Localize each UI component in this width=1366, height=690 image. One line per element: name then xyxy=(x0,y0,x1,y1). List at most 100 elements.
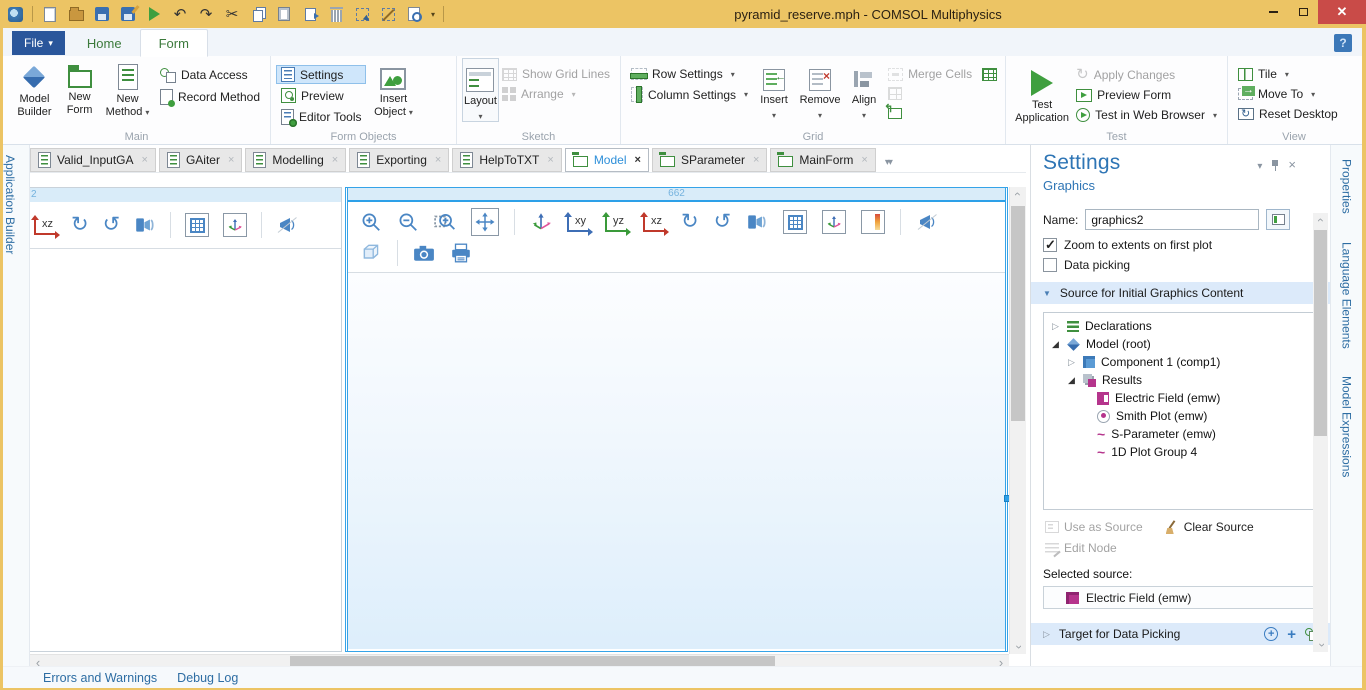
source-section-header[interactable]: Source for Initial Graphics Content xyxy=(1031,282,1330,304)
reset-desktop-button[interactable]: Reset Desktop xyxy=(1234,106,1342,122)
extract-subform-button[interactable] xyxy=(884,105,997,120)
rotate-clockwise-icon[interactable]: ↻ xyxy=(71,214,89,236)
redo-icon[interactable]: ↷ xyxy=(197,5,215,23)
close-tab-icon[interactable] xyxy=(332,154,338,166)
deselect-icon[interactable] xyxy=(379,5,397,23)
form-tab-gaiter[interactable]: GAiter xyxy=(159,148,242,172)
move-to-button[interactable]: Move To xyxy=(1234,86,1342,102)
form-tab-mainform[interactable]: MainForm xyxy=(770,148,875,172)
zoom-extents-checkbox-row[interactable]: Zoom to extents on first plot xyxy=(1043,238,1318,252)
paste-icon[interactable] xyxy=(275,5,293,23)
rotate-counterclockwise-icon[interactable]: ↺ xyxy=(714,211,732,233)
data-access-button[interactable]: Data Access xyxy=(156,66,264,84)
new-method-button[interactable]: New Method xyxy=(99,59,156,118)
side-tab-properties[interactable]: Properties xyxy=(1340,159,1354,214)
close-tab-icon[interactable] xyxy=(228,154,234,166)
show-grid-icon[interactable] xyxy=(185,213,209,237)
add-target-icon[interactable] xyxy=(1287,626,1296,643)
form-tab-model[interactable]: Model xyxy=(565,148,649,172)
editor-tools-button[interactable]: Editor Tools xyxy=(277,108,365,126)
switch-to-form-button[interactable] xyxy=(1266,209,1290,230)
file-menu-button[interactable]: File xyxy=(12,31,65,55)
new-form-button[interactable]: New Form xyxy=(60,59,99,116)
cell-grid-button[interactable] xyxy=(884,86,997,101)
preview-form-button[interactable]: Preview Form xyxy=(1072,87,1221,103)
color-legend-icon[interactable] xyxy=(861,210,885,234)
target-section-header[interactable]: Target for Data Picking xyxy=(1031,623,1330,645)
rotate-counterclockwise-icon[interactable]: ↺ xyxy=(103,214,121,236)
tree-item-smith-plot[interactable]: Smith Plot (emw) xyxy=(1044,407,1317,425)
go-to-xz-view-icon[interactable]: xz xyxy=(34,217,57,235)
errors-and-warnings-link[interactable]: Errors and Warnings xyxy=(43,671,157,685)
column-settings-button[interactable]: Column Settings xyxy=(627,86,752,103)
select-box-icon[interactable] xyxy=(353,5,371,23)
print-icon[interactable] xyxy=(450,242,472,264)
new-file-icon[interactable] xyxy=(41,5,59,23)
selected-source-box[interactable]: Electric Field (emw) xyxy=(1043,586,1318,609)
settings-scroll-thumb[interactable] xyxy=(1314,230,1327,436)
expander-expanded-icon[interactable] xyxy=(1050,339,1061,350)
checkbox-unchecked-icon[interactable] xyxy=(1043,258,1057,272)
go-to-default-3d-view-icon[interactable] xyxy=(530,211,552,233)
graphics-object-selected[interactable]: 662 xy yz xz ↻ ↺ xyxy=(345,187,1008,652)
align-button[interactable]: Align xyxy=(844,59,884,120)
tree-item-results[interactable]: Results xyxy=(1044,371,1317,389)
checkbox-checked-icon[interactable] xyxy=(1043,238,1057,252)
scroll-down-arrow[interactable] xyxy=(1010,640,1026,654)
clear-source-button[interactable]: Clear Source xyxy=(1165,520,1254,534)
settings-scrollbar[interactable] xyxy=(1313,213,1328,652)
close-tab-icon[interactable] xyxy=(142,154,148,166)
graphics-object-left[interactable]: 2 xz ↻ ↺ xyxy=(29,187,342,652)
layout-button[interactable]: Layout xyxy=(463,59,498,121)
debug-log-link[interactable]: Debug Log xyxy=(177,671,238,685)
show-grid-icon[interactable] xyxy=(783,210,807,234)
tree-item-declarations[interactable]: Declarations xyxy=(1044,317,1317,335)
split-cells-icon[interactable] xyxy=(982,68,997,81)
show-axes-icon[interactable] xyxy=(822,210,846,234)
scene-projection-icon[interactable] xyxy=(746,211,768,233)
data-picking-checkbox-row[interactable]: Data picking xyxy=(1043,258,1318,272)
tab-form[interactable]: Form xyxy=(140,29,208,57)
side-tab-language-elements[interactable]: Language Elements xyxy=(1340,242,1354,349)
side-tab-model-expressions[interactable]: Model Expressions xyxy=(1340,376,1354,477)
tree-item-s-parameter[interactable]: S-Parameter (emw) xyxy=(1044,425,1317,443)
row-settings-button[interactable]: Row Settings xyxy=(627,66,752,82)
close-tab-icon[interactable] xyxy=(547,154,553,166)
use-as-source-button[interactable]: Use as Source xyxy=(1045,520,1143,534)
zoom-box-icon[interactable] xyxy=(434,211,456,233)
graphics-object-left-body[interactable] xyxy=(30,249,341,651)
close-button[interactable]: ✕ xyxy=(1318,0,1366,24)
show-grid-lines-button[interactable]: Show Grid Lines xyxy=(498,66,614,82)
close-tab-icon[interactable] xyxy=(861,154,867,166)
zoom-extents-icon[interactable] xyxy=(471,208,499,236)
model-builder-button[interactable]: Model Builder xyxy=(9,59,60,118)
settings-button[interactable]: Settings xyxy=(277,66,365,83)
save-as-icon[interactable] xyxy=(119,5,137,23)
save-icon[interactable] xyxy=(93,5,111,23)
app-logo-icon[interactable] xyxy=(6,5,24,23)
application-builder-side-tab[interactable]: Application Builder xyxy=(3,145,30,668)
form-tab-helptotxt[interactable]: HelpToTXT xyxy=(452,148,561,172)
panel-menu-icon[interactable] xyxy=(1257,158,1262,172)
scene-light-icon[interactable] xyxy=(916,211,938,233)
scroll-up-arrow[interactable] xyxy=(1313,213,1328,227)
tree-item-1d-plot-group[interactable]: 1D Plot Group 4 xyxy=(1044,443,1317,461)
editor-vertical-scrollbar[interactable] xyxy=(1009,187,1026,654)
test-application-button[interactable]: Test Application xyxy=(1012,59,1072,124)
preview-button[interactable]: Preview xyxy=(277,87,365,104)
insert-button[interactable]: Insert xyxy=(752,59,796,120)
scene-light-icon[interactable] xyxy=(276,214,298,236)
delete-icon[interactable] xyxy=(327,5,345,23)
tile-button[interactable]: Tile xyxy=(1234,66,1342,82)
form-tab-sparameter[interactable]: SParameter xyxy=(652,148,767,172)
expander-collapsed-icon[interactable] xyxy=(1066,357,1077,368)
tree-item-component1[interactable]: Component 1 (comp1) xyxy=(1044,353,1317,371)
remove-button[interactable]: Remove xyxy=(796,59,844,120)
show-axes-icon[interactable] xyxy=(223,213,247,237)
find-dropdown-caret[interactable]: ▾ xyxy=(431,10,435,19)
minimize-button[interactable] xyxy=(1258,0,1288,24)
close-tab-icon[interactable] xyxy=(635,154,641,166)
find-icon[interactable] xyxy=(405,5,423,23)
merge-cells-button[interactable]: Merge Cells xyxy=(884,66,976,82)
go-to-xz-view-icon[interactable]: xz xyxy=(643,214,666,232)
